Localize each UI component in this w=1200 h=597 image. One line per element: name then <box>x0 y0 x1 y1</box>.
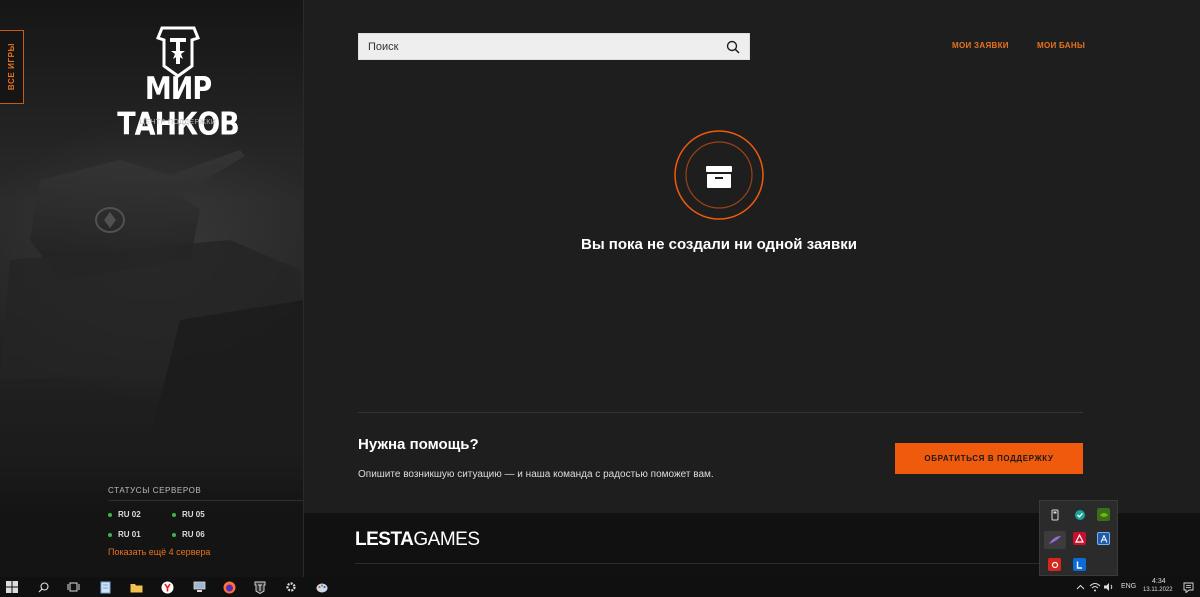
nav-my-bans[interactable]: МОИ БАНЫ <box>1037 41 1085 50</box>
red-app-icon[interactable] <box>1048 558 1061 571</box>
empty-inbox-icon <box>674 130 764 220</box>
search-icon[interactable] <box>726 40 740 54</box>
notifications-icon[interactable] <box>1181 580 1195 594</box>
sidebar: ВСЕ ИГРЫ МИР ТАНКОВ ЦЕНТР ПОДДЕРЖКИ СТАТ… <box>0 0 304 577</box>
online-status-icon <box>172 512 176 517</box>
task-view-icon[interactable] <box>66 580 80 594</box>
settings-icon[interactable] <box>284 580 298 594</box>
help-title: Нужна помощь? <box>358 436 479 453</box>
clock-time[interactable]: 4:34 <box>1152 578 1166 585</box>
search-input[interactable] <box>368 40 726 53</box>
firefox-icon[interactable] <box>222 580 236 594</box>
empty-state-message: Вы пока не создали ни одной заявки <box>580 236 857 253</box>
file-explorer-icon[interactable] <box>129 580 143 594</box>
server-ru05: RU 05 <box>172 510 205 519</box>
computer-icon[interactable] <box>192 580 206 594</box>
nvidia-icon[interactable] <box>1097 508 1110 521</box>
tanks-game-icon[interactable] <box>253 580 267 594</box>
online-status-icon <box>108 512 112 517</box>
help-description: Опишите возникшую ситуацию — и наша кома… <box>358 469 714 480</box>
feather-icon[interactable] <box>1044 531 1066 549</box>
yandex-browser-icon[interactable] <box>160 580 174 594</box>
servers-title: СТАТУСЫ СЕРВЕРОВ <box>108 486 202 495</box>
search-bar[interactable] <box>358 33 750 60</box>
tray-overflow-popup <box>1039 500 1118 576</box>
online-status-icon <box>172 532 176 537</box>
all-games-button[interactable]: ВСЕ ИГРЫ <box>0 30 24 104</box>
server-ru02: RU 02 <box>108 510 141 519</box>
server-ru06: RU 06 <box>172 530 205 539</box>
lesta-games-logo[interactable]: LESTAGAMES <box>355 529 480 551</box>
usb-icon[interactable] <box>1048 508 1061 521</box>
tank-background-image <box>0 150 303 440</box>
nav-my-tickets[interactable]: МОИ ЗАЯВКИ <box>952 41 1009 50</box>
divider <box>358 412 1083 413</box>
server-status-panel: СТАТУСЫ СЕРВЕРОВ RU 02 RU 05 RU 01 RU 06… <box>0 478 303 577</box>
security-check-icon[interactable] <box>1073 508 1086 521</box>
server-ru01: RU 01 <box>108 530 141 539</box>
font-a-icon[interactable] <box>1097 532 1110 545</box>
paint-icon[interactable] <box>315 580 329 594</box>
wifi-icon[interactable] <box>1088 580 1102 594</box>
logo-subtitle: ЦЕНТР ПОДДЕРЖКИ <box>139 119 217 126</box>
online-status-icon <box>108 532 112 537</box>
windows-taskbar: ENG 4:34 13.11.2022 <box>0 577 1200 597</box>
divider <box>108 500 303 501</box>
blue-l-icon[interactable] <box>1073 558 1086 571</box>
search-icon[interactable] <box>36 580 50 594</box>
contact-support-button[interactable]: ОБРАТИТЬСЯ В ПОДДЕРЖКУ <box>895 443 1083 474</box>
volume-icon[interactable] <box>1102 580 1116 594</box>
chevron-up-icon[interactable] <box>1073 580 1087 594</box>
adobe-icon[interactable] <box>1073 532 1086 545</box>
logo-text[interactable]: МИР ТАНКОВ <box>108 71 248 142</box>
notepad-icon[interactable] <box>98 580 112 594</box>
show-more-servers-link[interactable]: Показать ещё 4 сервера <box>108 547 210 557</box>
mir-tankov-logo-icon[interactable] <box>156 24 200 78</box>
start-icon[interactable] <box>5 580 19 594</box>
app-window: ВСЕ ИГРЫ МИР ТАНКОВ ЦЕНТР ПОДДЕРЖКИ СТАТ… <box>0 0 1200 597</box>
language-indicator[interactable]: ENG <box>1121 583 1136 590</box>
divider <box>355 563 1083 564</box>
clock-date[interactable]: 13.11.2022 <box>1143 587 1173 593</box>
main-content: МОИ ЗАЯВКИ МОИ БАНЫ Вы пока не создали н… <box>304 0 1200 513</box>
all-games-label: ВСЕ ИГРЫ <box>7 43 16 91</box>
